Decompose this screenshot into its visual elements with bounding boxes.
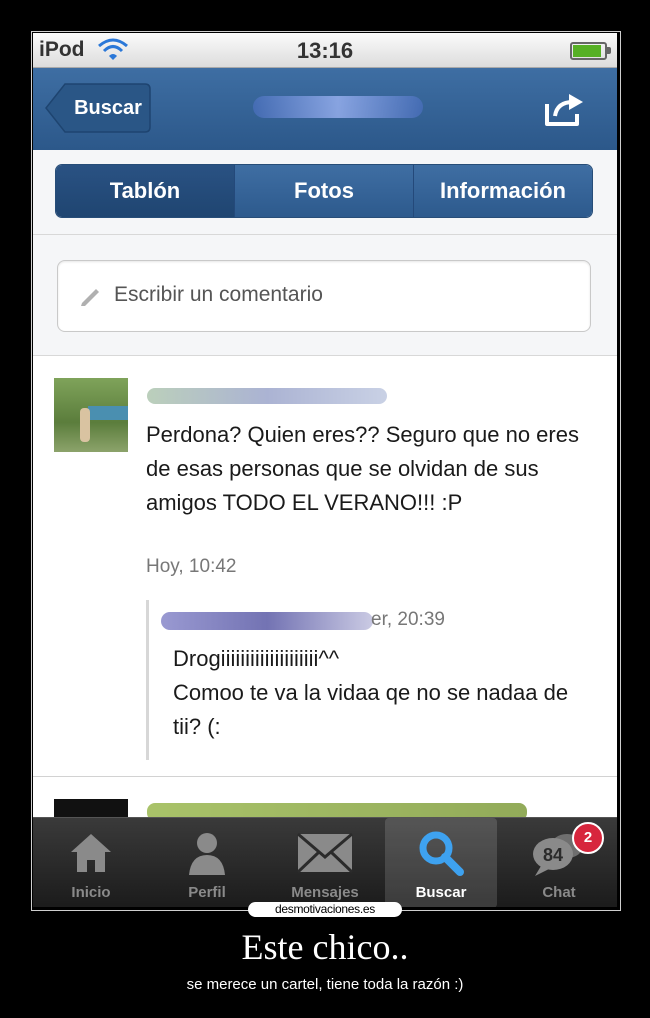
post-text: Perdona? Quien eres?? Seguro que no eres… — [146, 422, 579, 515]
caption-title: Este chico.. — [241, 927, 409, 967]
tab-fotos[interactable]: Fotos — [234, 165, 413, 217]
tab-informacion[interactable]: Información — [413, 165, 592, 217]
blurred-reply-author — [161, 612, 373, 630]
profile-icon — [151, 828, 263, 878]
reply-line-1: Drogiiiiiiiiiiiiiiiiiiii^^ — [173, 646, 340, 671]
tabbar-label-buscar: Buscar — [415, 884, 467, 901]
reply-text: Drogiiiiiiiiiiiiiiiiiiii^^ Comoo te va l… — [173, 642, 573, 744]
tabbar-item-mensajes[interactable]: Mensajes — [269, 818, 381, 907]
clock: 13:16 — [296, 38, 354, 63]
tabbar-label-perfil: Perfil — [188, 884, 226, 901]
tabbar-item-buscar[interactable]: Buscar — [385, 818, 497, 907]
pencil-icon — [78, 285, 102, 312]
reply-timestamp: er, 20:39 — [371, 609, 445, 630]
tabbar-item-perfil[interactable]: Perfil — [151, 818, 263, 907]
segmented-tabs-area: Tablón Fotos Información — [33, 150, 617, 235]
tabbar-label-chat: Chat — [542, 884, 576, 901]
chat-count: 84 — [543, 845, 563, 865]
mail-icon — [269, 828, 381, 878]
status-bar: iPod 13:16 — [33, 33, 617, 68]
watermark: desmotivaciones.es — [248, 902, 402, 917]
wall-post: Perdona? Quien eres?? Seguro que no eres… — [33, 356, 617, 776]
caption-subtitle: se merece un cartel, tiene toda la razón… — [186, 976, 464, 993]
notification-badge: 2 — [572, 822, 604, 854]
post-timestamp: Hoy, 10:42 — [146, 556, 237, 577]
back-button[interactable]: Buscar — [45, 83, 151, 133]
tabbar-item-inicio[interactable]: Inicio — [35, 818, 147, 907]
navigation-bar: Buscar — [33, 68, 617, 150]
tab-bar: Inicio Perfil Mensajes Buscar 84 2 Chat — [33, 817, 617, 907]
segmented-control: Tablón Fotos Información — [55, 164, 593, 218]
comment-placeholder: Escribir un comentario — [114, 283, 323, 306]
share-icon[interactable] — [545, 92, 585, 131]
tabbar-label-inicio: Inicio — [71, 884, 111, 901]
reply-line-2: Comoo te va la vidaa qe no se nadaa de t… — [173, 680, 569, 739]
tabbar-label-mensajes: Mensajes — [291, 884, 359, 901]
comment-area: Escribir un comentario — [33, 235, 617, 356]
post-divider — [33, 776, 617, 777]
comment-input[interactable]: Escribir un comentario — [57, 260, 591, 332]
reply: er, 20:39 Drogiiiiiiiiiiiiiiiiiiii^^ Com… — [146, 600, 589, 760]
search-icon — [385, 828, 497, 878]
tab-tablon[interactable]: Tablón — [56, 165, 234, 217]
avatar[interactable] — [54, 378, 128, 452]
phone-screen: iPod 13:16 Buscar Tablón Fotos Informaci… — [33, 33, 617, 907]
blurred-page-title — [253, 96, 423, 118]
tabbar-item-chat[interactable]: 84 2 Chat — [503, 818, 615, 907]
home-icon — [35, 828, 147, 878]
blurred-author-name — [147, 388, 387, 404]
battery-icon — [570, 42, 611, 60]
back-button-label: Buscar — [74, 97, 142, 119]
